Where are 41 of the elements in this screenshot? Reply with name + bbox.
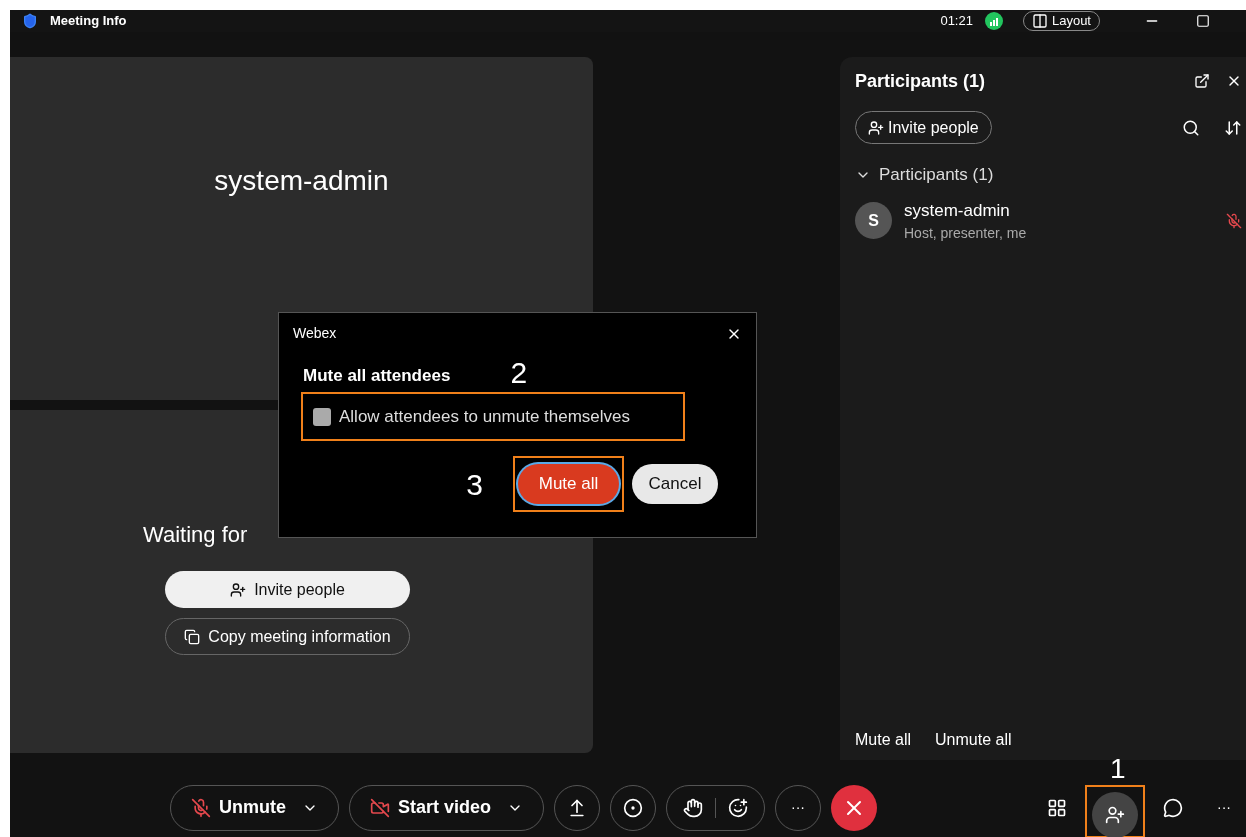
person-icon bbox=[1105, 805, 1126, 825]
panel-title: Participants (1) bbox=[855, 69, 986, 93]
apps-icon[interactable] bbox=[1047, 797, 1068, 818]
person-add-icon bbox=[868, 119, 884, 136]
invite-people-button[interactable]: Invite people bbox=[165, 571, 410, 608]
person-add-icon bbox=[230, 581, 247, 598]
annotation-number: 2 bbox=[510, 358, 528, 388]
checkbox-label: Allow attendees to unmute themselves bbox=[339, 405, 631, 428]
avatar: S bbox=[855, 202, 892, 240]
mute-control-button[interactable]: Unmute all bbox=[935, 728, 1012, 752]
raise-hand-icon[interactable] bbox=[683, 797, 704, 818]
waiting-text: Waiting for bbox=[142, 521, 249, 549]
search-icon[interactable] bbox=[1182, 118, 1200, 137]
more-button[interactable]: ··· bbox=[1217, 797, 1232, 818]
shield-logo-icon bbox=[22, 13, 38, 29]
mute-all-button[interactable]: Mute all bbox=[518, 464, 619, 504]
muted-mic-icon bbox=[191, 797, 211, 818]
reaction-icon[interactable] bbox=[728, 797, 749, 818]
participant-role: Host, presenter, me bbox=[904, 224, 1027, 243]
signal-icon bbox=[984, 12, 1003, 30]
window-title: Meeting Info bbox=[50, 12, 127, 31]
cancel-button[interactable]: Cancel bbox=[632, 464, 718, 504]
participants-button[interactable] bbox=[1092, 792, 1139, 837]
mute-control-button[interactable]: Mute all bbox=[855, 728, 912, 752]
record-icon bbox=[623, 797, 644, 818]
participants-group-toggle[interactable]: Participants (1) bbox=[855, 162, 1246, 188]
maximize-icon[interactable] bbox=[1196, 14, 1210, 28]
chat-icon[interactable] bbox=[1163, 797, 1184, 818]
video-off-icon bbox=[370, 797, 390, 818]
annotation-number: 1 bbox=[1110, 752, 1126, 786]
annotation-number: 3 bbox=[466, 466, 483, 503]
dialog-heading: Mute all attendees bbox=[303, 364, 451, 387]
pop-out-icon[interactable] bbox=[1194, 73, 1210, 89]
layout-icon bbox=[1031, 13, 1048, 29]
dialog-title: Webex bbox=[293, 324, 337, 343]
checkbox[interactable] bbox=[313, 407, 331, 426]
participant-name: system-admin bbox=[904, 199, 1011, 222]
meeting-time: 01:21 bbox=[940, 12, 973, 31]
copy-icon bbox=[184, 628, 201, 645]
participant-name: system-admin bbox=[214, 163, 389, 198]
sort-icon[interactable] bbox=[1224, 118, 1242, 137]
